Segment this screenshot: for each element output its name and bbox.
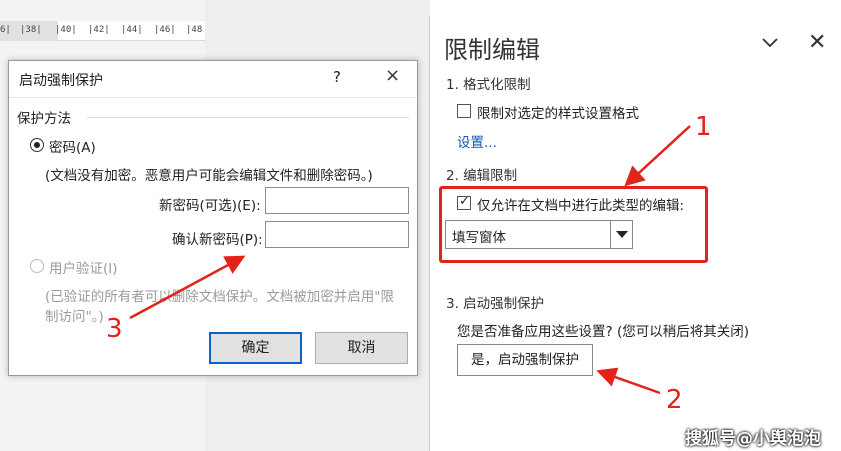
section-editing-restrictions: 2. 编辑限制 xyxy=(446,168,518,184)
ruler-tick: 6| xyxy=(0,25,11,35)
annotation-number-one: 1 xyxy=(695,112,712,142)
password-note: (文档没有加密。恶意用户可能会编辑文件和删除密码。) xyxy=(45,168,373,184)
user-auth-note-line1: (已验证的所有者可以删除文档保护。文档被加密并启用"限 xyxy=(45,289,394,305)
close-icon[interactable]: ✕ xyxy=(808,30,826,55)
annotation-number-three: 3 xyxy=(106,314,123,344)
confirm-password-input[interactable] xyxy=(265,221,409,248)
ruler-tick: |44| xyxy=(121,25,143,35)
ruler-tick: |46| xyxy=(154,25,176,35)
protection-method-label: 保护方法 xyxy=(17,111,71,127)
ruler-tick: |40| xyxy=(55,25,77,35)
section-start-enforcement: 3. 启动强制保护 xyxy=(446,296,545,312)
chevron-down-icon[interactable] xyxy=(760,32,780,52)
cancel-button[interactable]: 取消 xyxy=(315,332,408,364)
group-divider xyxy=(87,117,409,118)
title-separator xyxy=(9,97,417,98)
annotation-number-two: 2 xyxy=(666,385,683,415)
ruler-tick: |48 xyxy=(186,25,203,35)
start-enforcement-question: 您是否准备应用这些设置? (您可以稍后将其关闭) xyxy=(457,324,749,340)
new-password-input[interactable] xyxy=(265,187,409,214)
pane-title: 限制编辑 xyxy=(444,36,540,64)
user-auth-note-line2: 制访问"。) xyxy=(45,309,104,325)
new-password-label: 新密码(可选)(E): xyxy=(159,198,261,214)
format-restriction-label[interactable]: 限制对选定的样式设置格式 xyxy=(477,102,639,122)
highlight-box xyxy=(439,186,708,263)
settings-link[interactable]: 设置... xyxy=(457,131,497,151)
start-enforcing-protection-dialog: 启动强制保护 ? × 保护方法 密码(A) (文档没有加密。恶意用户可能会编辑文… xyxy=(8,60,418,376)
user-auth-option-label[interactable]: 用户验证(I) xyxy=(49,257,118,277)
password-radio[interactable] xyxy=(30,138,44,152)
password-option-label[interactable]: 密码(A) xyxy=(49,136,96,156)
ruler-tick: |42| xyxy=(88,25,110,35)
start-enforcing-protection-button[interactable]: 是，启动强制保护 xyxy=(457,344,593,376)
user-auth-radio[interactable] xyxy=(30,259,44,273)
help-button[interactable]: ? xyxy=(333,68,341,86)
section-formatting-restrictions: 1. 格式化限制 xyxy=(446,77,531,93)
watermark: 搜狐号@小舆泡泡 xyxy=(685,429,821,449)
close-icon[interactable]: × xyxy=(385,65,400,86)
confirm-password-label: 确认新密码(P): xyxy=(172,232,263,248)
dialog-title: 启动强制保护 xyxy=(19,73,103,89)
ok-button[interactable]: 确定 xyxy=(209,332,302,364)
ruler-tick: |38| xyxy=(20,25,42,35)
format-restriction-checkbox[interactable] xyxy=(457,104,471,118)
